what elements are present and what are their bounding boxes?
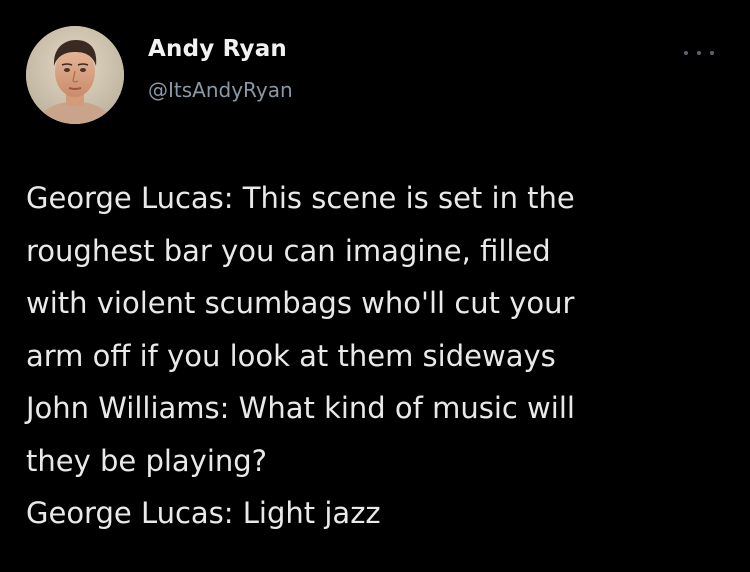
dot	[710, 51, 714, 55]
author-avatar[interactable]	[26, 26, 124, 124]
tweet-text-line: George Lucas: This scene is set in the	[26, 181, 575, 215]
avatar-portrait-icon	[26, 26, 124, 124]
tweet-text-line: John Williams: What kind of music will	[26, 391, 575, 425]
dot	[684, 51, 688, 55]
tweet-text-line: roughest bar you can imagine, filled	[26, 233, 551, 268]
tweet-text-line: arm off if you look at them sideways	[26, 338, 556, 373]
more-options-icon[interactable]	[684, 46, 714, 60]
dot	[697, 51, 701, 55]
author-display-name[interactable]: Andy Ryan	[148, 36, 287, 62]
author-handle[interactable]: @ItsAndyRyan	[148, 78, 293, 102]
tweet-card: Andy Ryan @ItsAndyRyan George Lucas: Thi…	[0, 0, 750, 572]
tweet-text-line: they be playing?	[26, 443, 268, 478]
tweet-text-line: with violent scumbags who'll cut your	[26, 286, 575, 320]
tweet-text-line: George Lucas: Light jazz	[26, 496, 381, 530]
tweet-text: George Lucas: This scene is set in the r…	[26, 172, 726, 540]
